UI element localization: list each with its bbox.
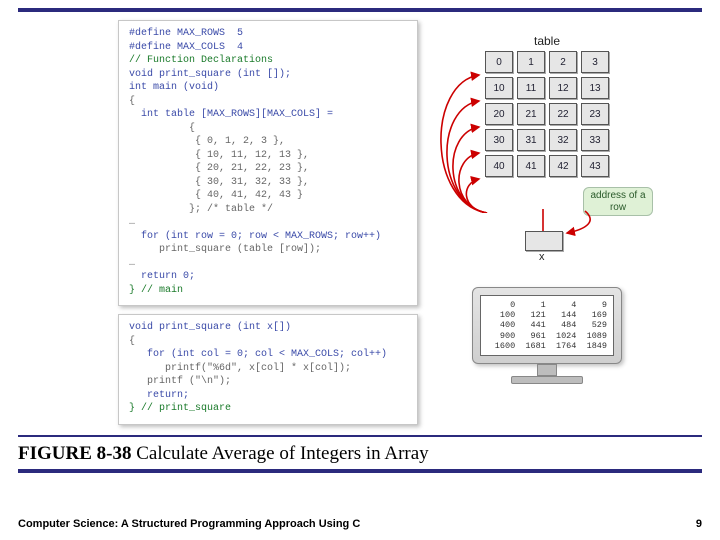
footer-page-number: 9 [696,518,702,530]
array-cell: 30 [485,129,513,151]
array-cell: 20 [485,103,513,125]
array-cell: 23 [581,103,609,125]
caption-title: Calculate Average of Integers in Array [136,443,428,464]
array-cell: 10 [485,77,513,99]
figure-caption: FIGURE 8-38 Calculate Average of Integer… [18,443,702,465]
footer: Computer Science: A Structured Programmi… [18,518,702,530]
array-cell: 3 [581,51,609,73]
pointer-box [525,231,563,251]
figure-area: #define MAX_ROWS 5 #define MAX_COLS 4 //… [18,18,702,425]
code-column: #define MAX_ROWS 5 #define MAX_COLS 4 //… [118,20,418,425]
array-cell: 13 [581,77,609,99]
array-cell: 41 [517,155,545,177]
code-func-card: void print_square (int x[]) { for (int c… [118,314,418,425]
monitor-base [511,376,583,384]
array-cell: 0 [485,51,513,73]
array-cell: 31 [517,129,545,151]
table-label: table [442,34,652,48]
array-cell: 2 [549,51,577,73]
array-cell: 11 [517,77,545,99]
array-cell: 22 [549,103,577,125]
address-pointer-group: address of a row x [477,207,617,277]
array-cell: 21 [517,103,545,125]
footer-left: Computer Science: A Structured Programmi… [18,518,360,530]
monitor-shell: 0 1 4 9 100 121 144 169 400 441 484 529 … [472,287,622,364]
caption-label: FIGURE 8-38 [18,443,131,464]
array-cell: 33 [581,129,609,151]
code-main-card: #define MAX_ROWS 5 #define MAX_COLS 4 //… [118,20,418,306]
visualization-column: table 0123101112132021222330313233404142… [442,20,652,384]
array-cell: 32 [549,129,577,151]
rule-bot [18,469,702,473]
array-cell: 42 [549,155,577,177]
address-label: address of a row [583,187,653,216]
array-cell: 12 [549,77,577,99]
array-cell: 43 [581,155,609,177]
rule-mid [18,435,702,437]
output-screen: 0 1 4 9 100 121 144 169 400 441 484 529 … [480,295,614,356]
array-cell: 1 [517,51,545,73]
pointer-var-label: x [539,251,545,263]
monitor-stand [537,364,557,376]
page: #define MAX_ROWS 5 #define MAX_COLS 4 //… [0,0,720,473]
array-grid-wrap: 012310111213202122233031323340414243 [477,51,617,177]
array-grid: 012310111213202122233031323340414243 [485,51,609,177]
output-monitor: 0 1 4 9 100 121 144 169 400 441 484 529 … [472,287,622,384]
array-cell: 40 [485,155,513,177]
rule-top [18,8,702,12]
